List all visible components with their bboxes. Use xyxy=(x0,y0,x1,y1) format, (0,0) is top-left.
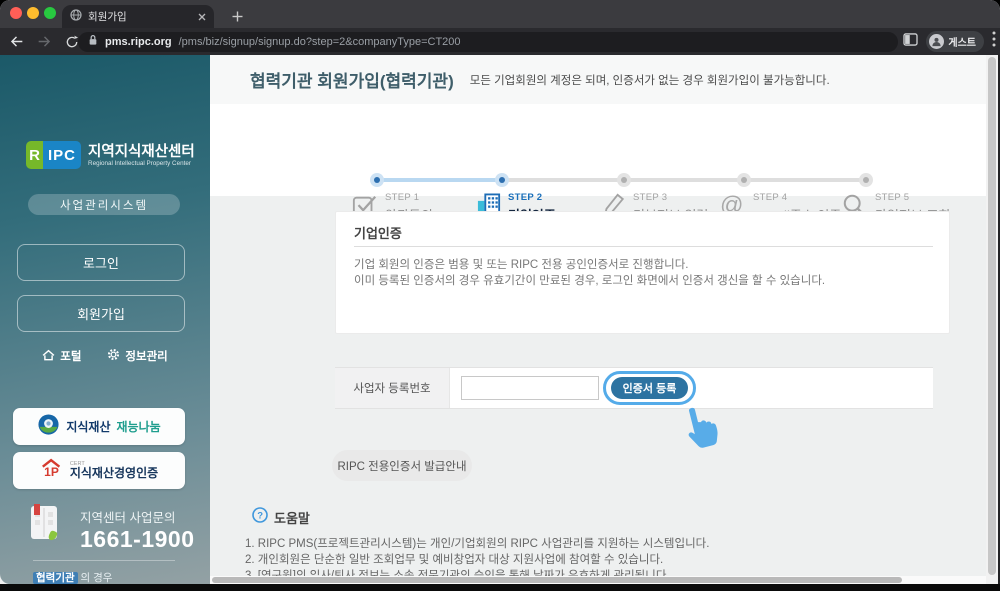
business-number-row: 사업자 등록번호 인증서 등록 xyxy=(335,367,933,409)
browser-toolbar: pms.ripc.org/pms/biz/signup/signup.do?st… xyxy=(0,28,1000,55)
help-item-2: 2. 개인회원은 단순한 일반 조회업무 및 예비창업자 대상 지원사업에 참여… xyxy=(245,554,664,566)
partner-badge: 협력기관 xyxy=(33,572,78,584)
section-desc-2: 이미 등록된 인증서의 경우 유효기간이 만료된 경우, 로그인 화면에서 인증… xyxy=(354,275,826,287)
help-icon: ? xyxy=(252,507,268,528)
tab-title: 회원가입 xyxy=(88,11,127,23)
talent-sharing-banner[interactable]: 지식재산 재능나눔 xyxy=(13,408,185,445)
url-bar[interactable]: pms.ripc.org/pms/biz/signup/signup.do?st… xyxy=(78,31,898,52)
step-dot-3 xyxy=(617,173,631,187)
page-header: 협력기관 회원가입(협력기관) 모든 기업회원의 계정은 되며, 인증서가 없는… xyxy=(210,55,1000,104)
business-number-input[interactable] xyxy=(461,376,599,400)
profile-button[interactable]: 게스트 xyxy=(926,31,984,52)
talent-sharing-icon xyxy=(37,413,60,441)
svg-text:?: ? xyxy=(257,510,263,521)
url-host: pms.ripc.org xyxy=(105,35,172,48)
ripc-logo[interactable]: R IPC 지역지식재산센터 Regional Intellectual Pro… xyxy=(26,141,195,169)
contact-book-phone-icon xyxy=(28,502,64,549)
forward-icon[interactable] xyxy=(32,32,56,52)
browser-window: 회원가입 pms.ripc.org/pms/biz/signup/signup.… xyxy=(0,0,1000,591)
gear-icon xyxy=(107,348,120,364)
browser-tab[interactable]: 회원가입 xyxy=(62,5,214,28)
svg-text:1P: 1P xyxy=(44,464,59,478)
vertical-scrollbar-thumb[interactable] xyxy=(988,57,996,575)
signup-button[interactable]: 회원가입 xyxy=(17,295,185,332)
company-auth-card: 기업인증 기업 회원의 인증은 범용 및 또는 RIPC 전용 공인인증서로 진… xyxy=(335,211,950,334)
guest-avatar-icon xyxy=(929,34,945,49)
minimize-window-button[interactable] xyxy=(27,7,39,19)
page-title: 협력기관 회원가입(협력기관) xyxy=(250,72,454,91)
lock-icon xyxy=(88,33,98,51)
hand-cursor-icon xyxy=(678,403,720,454)
fullscreen-window-button[interactable] xyxy=(44,7,56,19)
back-icon[interactable] xyxy=(4,32,28,52)
home-icon xyxy=(42,349,55,364)
url-path: /pms/biz/signup/signup.do?step=2&company… xyxy=(178,35,461,48)
ip-cert-banner[interactable]: 1P CERT 지식재산경영인증 xyxy=(13,452,185,489)
vertical-scrollbar[interactable] xyxy=(986,55,998,584)
close-tab-icon[interactable] xyxy=(198,8,206,26)
cursor-highlight-ring xyxy=(603,371,696,405)
login-button[interactable]: 로그인 xyxy=(17,244,185,281)
close-window-button[interactable] xyxy=(10,7,22,19)
globe-icon xyxy=(70,8,82,26)
sidebar-divider xyxy=(33,560,175,561)
system-badge: 사업관리시스템 xyxy=(28,194,180,215)
step-indicator: STEP 1약관동의 STEP 2기업인증 STEP 3기본정보 입력 @ ST… xyxy=(210,104,986,223)
ripc-certificate-guide-button[interactable]: RIPC 전용인증서 발급안내 xyxy=(332,450,472,481)
step-dot-4 xyxy=(737,173,751,187)
help-title: 도움말 xyxy=(274,511,310,526)
page-subtitle: 모든 기업회원의 계정은 되며, 인증서가 없는 경우 회원가입이 불가능합니다… xyxy=(469,74,830,87)
step-dot-5 xyxy=(859,173,873,187)
info-management-link[interactable]: 정보관리 xyxy=(107,348,168,364)
horizontal-scrollbar[interactable] xyxy=(210,576,986,584)
section-desc-1: 기업 회원의 인증은 범용 및 또는 RIPC 전용 공인인증서로 진행합니다. xyxy=(354,259,689,271)
horizontal-scrollbar-thumb[interactable] xyxy=(212,577,902,583)
logo-name: 지역지식재산센터 xyxy=(88,143,195,160)
portal-link[interactable]: 포털 xyxy=(42,348,81,364)
window-bottom-edge xyxy=(0,584,1000,591)
business-number-label: 사업자 등록번호 xyxy=(335,368,450,408)
logo-name-en: Regional Intellectual Property Center xyxy=(88,159,191,167)
help-item-1: 1. RIPC PMS(프로젝트관리시스템)는 개인/기업회원의 RIPC 사업… xyxy=(245,538,710,550)
section-title: 기업인증 xyxy=(354,226,402,241)
progress-fill xyxy=(377,178,502,182)
ripc-logo-icon: R IPC xyxy=(26,141,82,169)
guest-label: 게스트 xyxy=(948,38,976,49)
contact-label: 지역센터 사업문의 xyxy=(80,511,176,525)
ip-cert-icon: 1P xyxy=(40,458,64,484)
browser-titlebar: 회원가입 xyxy=(0,0,1000,28)
side-panel-icon[interactable] xyxy=(903,32,919,51)
step-dot-2 xyxy=(495,173,509,187)
main-content: 협력기관 회원가입(협력기관) 모든 기업회원의 계정은 되며, 인증서가 없는… xyxy=(210,55,1000,584)
section-divider xyxy=(354,246,933,247)
new-tab-button[interactable] xyxy=(226,6,248,26)
menu-dots-icon[interactable] xyxy=(992,31,996,52)
step-dot-1 xyxy=(370,173,384,187)
contact-phone: 1661-1900 xyxy=(80,526,195,552)
sidebar: R IPC 지역지식재산센터 Regional Intellectual Pro… xyxy=(0,55,210,591)
